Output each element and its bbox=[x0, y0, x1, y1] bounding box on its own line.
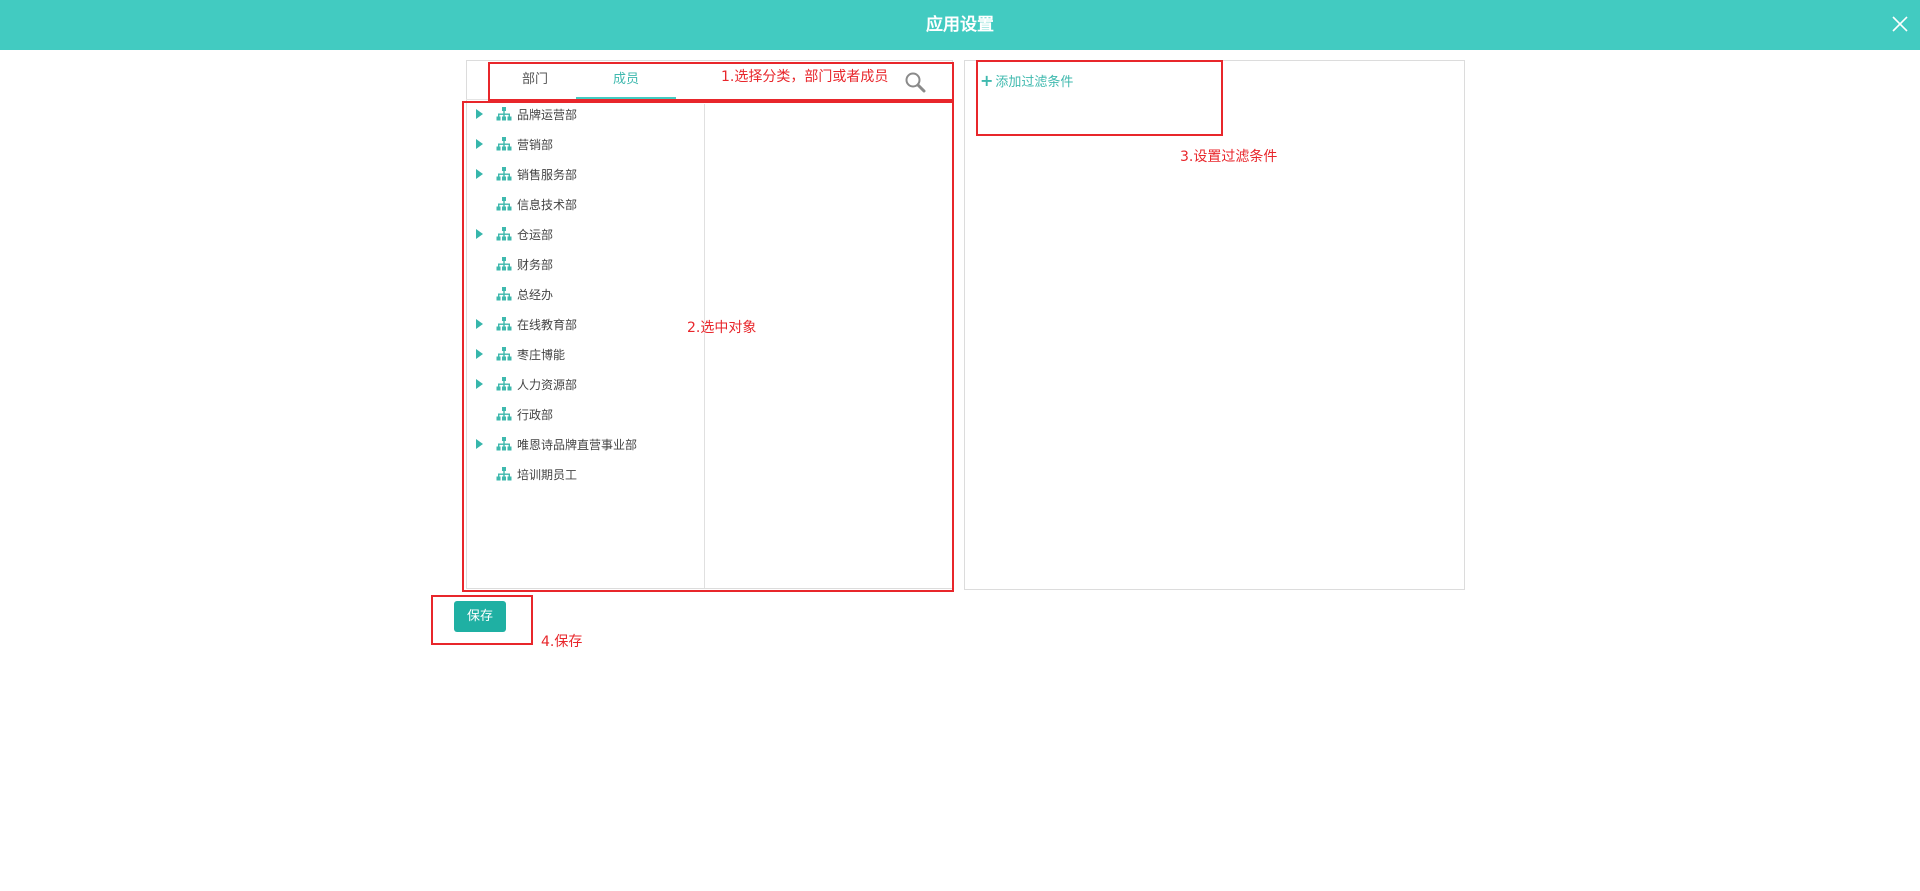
filter-panel bbox=[964, 60, 1465, 590]
dialog-title: 应用设置 bbox=[926, 15, 994, 35]
annotation-step2: 2.选中对象 bbox=[687, 320, 757, 336]
annotation-step4: 4.保存 bbox=[541, 634, 583, 650]
dialog-header: 应用设置 bbox=[0, 0, 1920, 50]
annotation-box-step3 bbox=[976, 60, 1223, 136]
close-icon[interactable] bbox=[1888, 12, 1912, 36]
annotation-box-step2 bbox=[462, 101, 954, 592]
annotation-box-step4 bbox=[431, 595, 533, 645]
annotation-step3: 3.设置过滤条件 bbox=[1180, 149, 1278, 165]
annotation-step1: 1.选择分类，部门或者成员 bbox=[721, 69, 889, 85]
